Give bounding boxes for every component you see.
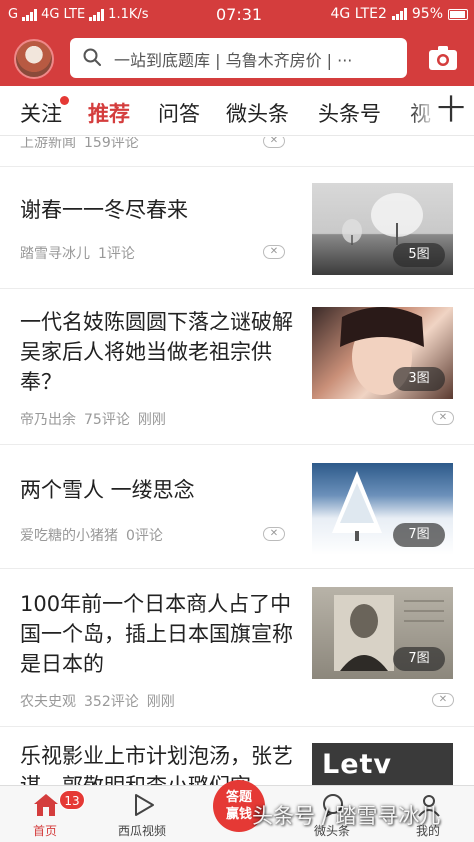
tab-follow[interactable]: 关注 <box>20 98 62 128</box>
article-comments: 75评论 <box>84 412 130 428</box>
search-bar[interactable]: 一站到底题库 | 乌鲁木齐房价 | ··· <box>70 38 407 78</box>
network-left: 4G LTE <box>41 7 86 22</box>
status-bar: G 4G LTE 1.1K/s 07:31 4G LTE2 95% <box>0 0 474 30</box>
tab-weitoutiao[interactable]: 微头条 <box>226 98 289 128</box>
channel-tabs: 关注 推荐 问答 微头条 头条号 视 十 <box>0 86 474 136</box>
network-right: 4G LTE2 <box>330 6 387 22</box>
clock: 07:31 <box>216 5 263 24</box>
home-icon <box>34 794 58 816</box>
camera-icon[interactable] <box>428 45 458 71</box>
tab-toutiaohao[interactable]: 头条号 <box>318 98 381 128</box>
new-dot <box>60 96 69 105</box>
top-header: 一站到底题库 | 乌鲁木齐房价 | ··· <box>0 30 474 86</box>
article-thumbnail: 3图 <box>312 307 453 399</box>
avatar[interactable] <box>14 39 54 79</box>
add-channel-button[interactable]: 十 <box>434 90 468 130</box>
article-comments: 159评论 <box>84 137 139 151</box>
article-comments: 352评论 <box>84 694 139 710</box>
article-meta: 爱吃糖的小猪猪 0评论 <box>20 525 171 545</box>
play-icon <box>135 794 154 816</box>
list-item[interactable]: 两个雪人 一缕思念 爱吃糖的小猪猪 0评论 ✕ 7图 <box>0 445 474 569</box>
article-source: 帝乃出余 <box>20 412 76 428</box>
carrier-label: G <box>8 7 19 22</box>
dislike-icon[interactable]: ✕ <box>263 245 285 259</box>
tab-qa[interactable]: 问答 <box>158 98 200 128</box>
article-thumbnail: 5图 <box>312 183 453 275</box>
article-time: 刚刚 <box>137 412 166 428</box>
article-title: 乐视影业上市计划泡汤，张艺谋、郭敬明和李小璐们突 <box>20 744 293 785</box>
list-item[interactable]: 上游新闻 159评论 ✕ <box>0 137 474 167</box>
article-thumbnail: 7图 <box>312 463 453 555</box>
nav-home[interactable]: 13 首页 <box>5 786 85 842</box>
list-item[interactable]: 谢春一一冬尽春来 踏雪寻冰儿 1评论 ✕ 5图 <box>0 167 474 289</box>
watermark: 头条号 / 踏雪寻冰儿 <box>252 804 441 828</box>
image-count-badge: 7图 <box>393 647 445 671</box>
image-count-badge: 7图 <box>393 523 445 547</box>
net-speed: 1.1K/s <box>108 7 149 22</box>
list-item[interactable]: 乐视影业上市计划泡汤，张艺谋、郭敬明和李小璐们突 Letv <box>0 727 474 785</box>
article-thumbnail: 7图 <box>312 587 453 679</box>
news-feed[interactable]: 上游新闻 159评论 ✕ 谢春一一冬尽春来 踏雪寻冰儿 1评论 ✕ 5图 一代名妓陈… <box>0 137 474 785</box>
article-title: 100年前一个日本商人占了中国一个岛，插上日本国旗宣称是日本的 <box>20 592 293 676</box>
article-source: 爱吃糖的小猪猪 <box>20 528 118 544</box>
notification-badge: 13 <box>59 790 85 810</box>
signal-icon <box>22 8 38 21</box>
article-meta: 踏雪寻冰儿 1评论 <box>20 243 143 263</box>
article-meta: 上游新闻 159评论 <box>20 137 147 152</box>
status-left: G 4G LTE 1.1K/s <box>8 7 149 22</box>
search-placeholder: 一站到底题库 | 乌鲁木齐房价 | ··· <box>114 51 353 70</box>
article-thumbnail: Letv <box>312 743 453 785</box>
battery-icon <box>448 8 468 20</box>
article-source: 上游新闻 <box>20 137 76 151</box>
search-icon <box>83 48 101 66</box>
dislike-icon[interactable]: ✕ <box>263 137 285 148</box>
dislike-icon[interactable]: ✕ <box>263 527 285 541</box>
article-time: 刚刚 <box>146 694 175 710</box>
letv-logo: Letv <box>322 749 393 780</box>
article-meta: 农夫史观 352评论 刚刚 <box>20 691 183 711</box>
battery-percent: 95% <box>411 6 443 22</box>
list-item[interactable]: 100年前一个日本商人占了中国一个岛，插上日本国旗宣称是日本的 农夫史观 352评… <box>0 569 474 727</box>
status-right: 4G LTE2 95% <box>330 6 468 22</box>
article-source: 踏雪寻冰儿 <box>20 246 90 262</box>
nav-home-label: 首页 <box>32 824 57 838</box>
list-item[interactable]: 一代名妓陈圆圆下落之谜破解 吴家后人将她当做老祖宗供奉？ 帝乃出余 75评论 刚刚 … <box>0 289 474 445</box>
article-title: 谢春一一冬尽春来 <box>20 198 188 222</box>
article-source: 农夫史观 <box>20 694 76 710</box>
image-count-badge: 3图 <box>393 367 445 391</box>
signal-icon-2 <box>89 8 105 21</box>
dislike-icon[interactable]: ✕ <box>432 693 454 707</box>
article-comments: 1评论 <box>98 246 135 262</box>
signal-icon-3 <box>391 8 407 20</box>
article-title: 一代名妓陈圆圆下落之谜破解 吴家后人将她当做老祖宗供奉？ <box>20 310 293 394</box>
article-meta: 帝乃出余 75评论 刚刚 <box>20 409 174 429</box>
nav-video[interactable]: 西瓜视频 <box>102 786 182 842</box>
dislike-icon[interactable]: ✕ <box>432 411 454 425</box>
image-count-badge: 5图 <box>393 243 445 267</box>
article-title: 两个雪人 一缕思念 <box>20 478 195 502</box>
nav-video-label: 西瓜视频 <box>117 824 166 838</box>
article-comments: 0评论 <box>126 528 163 544</box>
tab-recommend[interactable]: 推荐 <box>88 98 130 128</box>
